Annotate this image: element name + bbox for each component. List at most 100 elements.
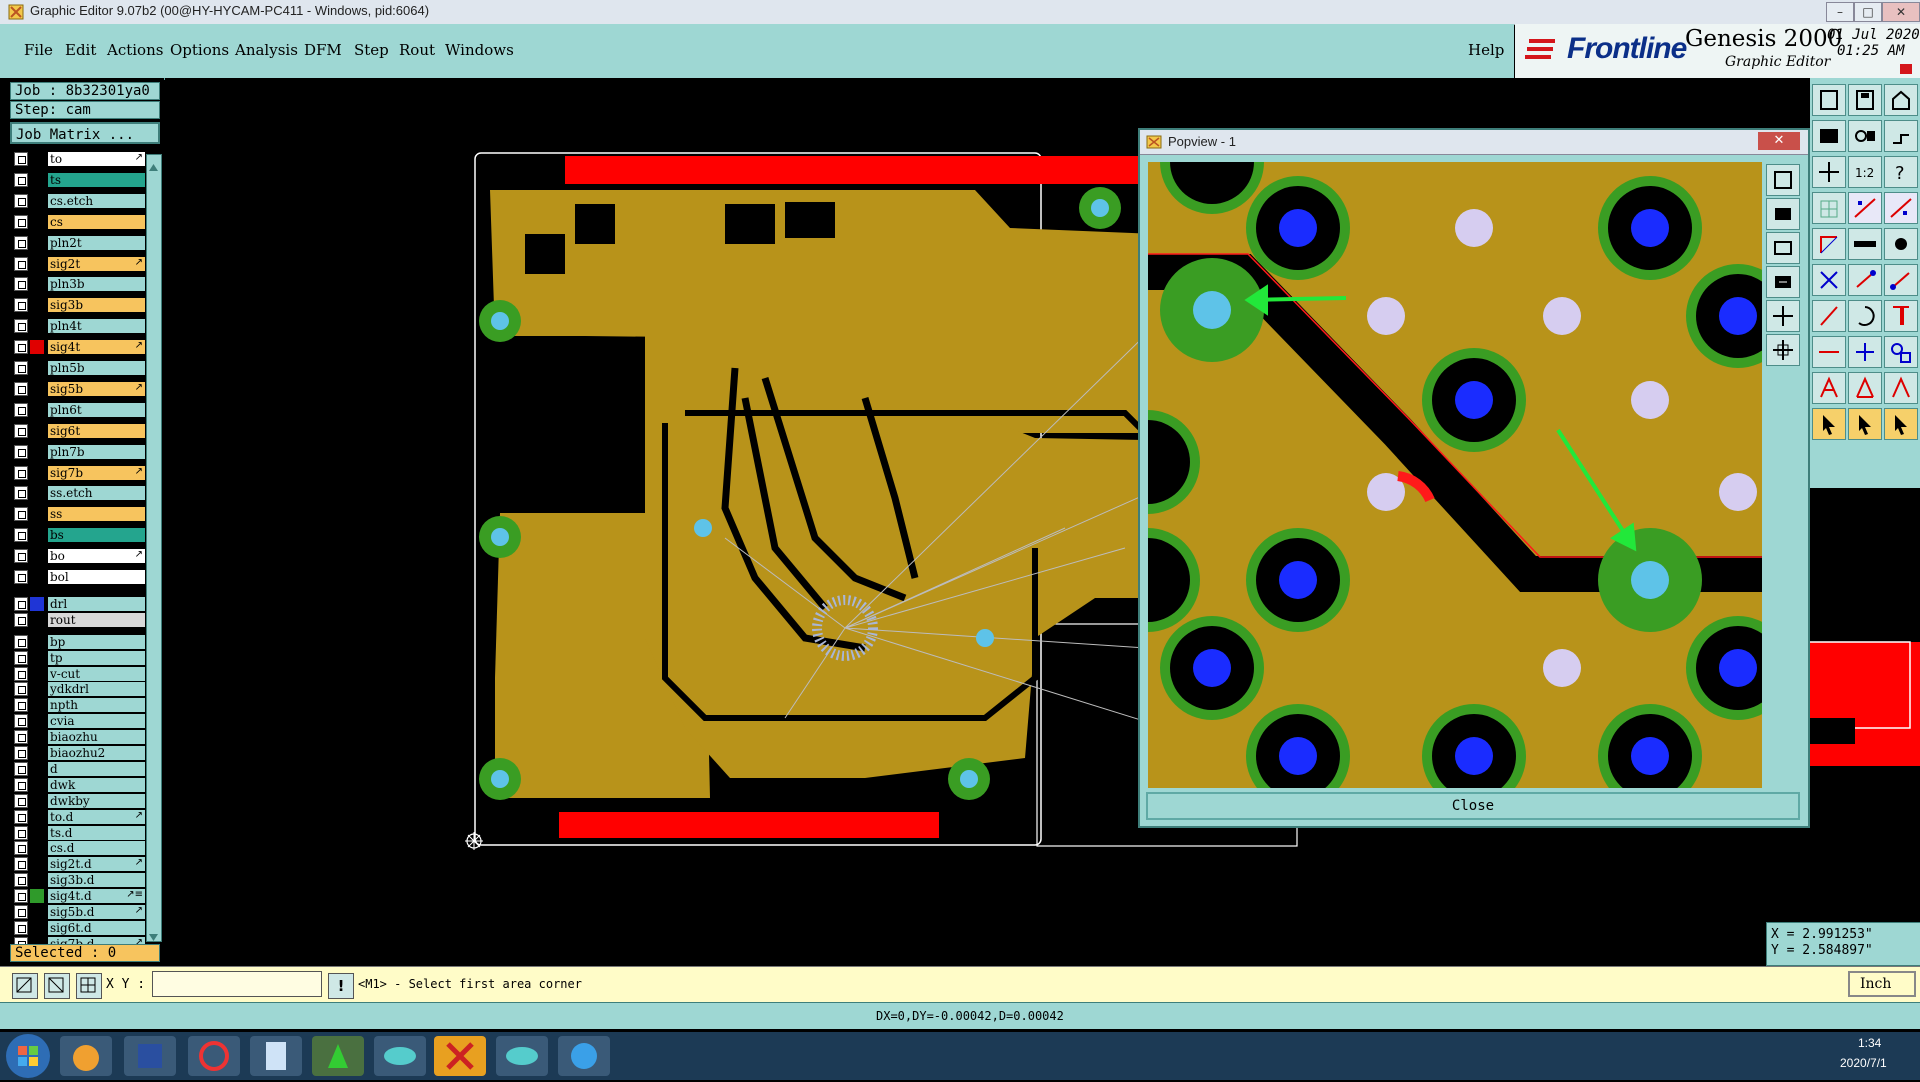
layer-row-biaozhu[interactable]: biaozhu	[14, 730, 145, 745]
tool-line[interactable]	[1812, 300, 1846, 332]
layer-row-sig3b[interactable]: sig3b	[14, 298, 145, 313]
alert-button[interactable]: !	[328, 973, 354, 999]
menu-dfm[interactable]: DFM	[304, 41, 342, 59]
layer-row-rout[interactable]: rout	[14, 612, 145, 628]
layer-color-marker[interactable]	[30, 256, 44, 271]
popview-tool-5[interactable]	[1766, 300, 1800, 332]
menu-windows[interactable]: Windows	[445, 41, 514, 59]
layer-row-pln5b[interactable]: pln5b	[14, 361, 145, 376]
layer-color-marker[interactable]	[30, 298, 44, 313]
layer-name[interactable]: sig3b	[48, 298, 145, 313]
layer-checkbox[interactable]	[14, 634, 28, 649]
tool-select-2[interactable]	[1848, 408, 1882, 440]
layer-name[interactable]: to ↗	[48, 152, 145, 166]
tool-display[interactable]	[1812, 120, 1846, 152]
tool-measure[interactable]	[1848, 192, 1882, 224]
measure-tool-button[interactable]	[44, 973, 70, 999]
menu-options[interactable]: Options	[170, 41, 229, 59]
layer-checkbox[interactable]	[14, 402, 28, 417]
menu-file[interactable]: File	[24, 41, 53, 59]
layer-checkbox[interactable]	[14, 746, 28, 760]
tool-zoom-1to1[interactable]: 1:2	[1848, 156, 1882, 188]
menu-actions[interactable]: Actions	[107, 41, 163, 59]
layer-checkbox[interactable]	[14, 777, 28, 792]
tool-text[interactable]	[1812, 372, 1846, 404]
layer-checkbox[interactable]	[14, 698, 28, 713]
layer-color-marker[interactable]	[30, 549, 44, 564]
layer-name[interactable]: to.d ↗	[48, 809, 145, 824]
layer-name[interactable]: sig4t.d ↗≡	[48, 889, 145, 904]
tool-save[interactable]	[1848, 84, 1882, 116]
layer-color-marker[interactable]	[30, 825, 44, 840]
layer-row-sig2t[interactable]: sig2t ↗	[14, 256, 145, 272]
layer-checkbox[interactable]	[14, 920, 28, 935]
popview-tool-6[interactable]	[1766, 334, 1800, 366]
layer-color-marker[interactable]	[30, 777, 44, 792]
layer-row-biaozhu2[interactable]: biaozhu2	[14, 746, 145, 761]
layer-color-marker[interactable]	[30, 714, 44, 729]
layer-row-cs-d[interactable]: cs.d	[14, 841, 145, 856]
layer-checkbox[interactable]	[14, 172, 28, 187]
layer-row-drl[interactable]: drl	[14, 596, 145, 612]
layer-row-ts-d[interactable]: ts.d	[14, 825, 145, 841]
tool-line-node[interactable]	[1848, 264, 1882, 296]
layer-color-marker[interactable]	[30, 361, 44, 375]
layer-checkbox[interactable]	[14, 570, 28, 584]
tool-open[interactable]	[1812, 84, 1846, 116]
layer-checkbox[interactable]	[14, 793, 28, 808]
layer-row-pln4t[interactable]: pln4t	[14, 319, 145, 334]
layer-name[interactable]: rout	[48, 612, 145, 627]
popview-zoom-area[interactable]	[1148, 162, 1762, 788]
layer-checkbox[interactable]	[14, 423, 28, 438]
layer-row-pln2t[interactable]: pln2t	[14, 235, 145, 251]
layer-name[interactable]: sig3b.d	[48, 873, 145, 888]
layer-color-marker[interactable]	[30, 650, 44, 665]
layer-row-bs[interactable]: bs	[14, 528, 145, 543]
layer-checkbox[interactable]	[14, 319, 28, 334]
layer-color-marker[interactable]	[30, 277, 44, 292]
layer-name[interactable]: pln4t	[48, 319, 145, 334]
popview-tool-4[interactable]	[1766, 266, 1800, 298]
layer-name[interactable]: sig2t ↗	[48, 256, 145, 271]
tool-flip[interactable]	[1884, 300, 1918, 332]
layer-checkbox[interactable]	[14, 857, 28, 872]
layer-color-marker[interactable]	[30, 235, 44, 250]
layer-color-marker[interactable]	[30, 730, 44, 745]
layer-name[interactable]: ts	[48, 172, 145, 187]
layer-row-cs[interactable]: cs	[14, 214, 145, 230]
layer-name[interactable]: ss.etch	[48, 486, 145, 501]
taskbar-app-eye-2[interactable]	[496, 1036, 548, 1076]
layer-checkbox[interactable]	[14, 214, 28, 229]
tool-select[interactable]	[1812, 408, 1846, 440]
layer-checkbox[interactable]	[14, 298, 28, 313]
layer-checkbox[interactable]	[14, 193, 28, 208]
tool-snap[interactable]	[1848, 120, 1882, 152]
title-bar[interactable]: Graphic Editor 9.07b2 (00@HY-HYCAM-PC411…	[0, 0, 1920, 25]
tool-ruler[interactable]	[1848, 228, 1882, 260]
popview-titlebar[interactable]: Popview - 1 ✕	[1140, 130, 1808, 155]
layer-name[interactable]: sig7b ↗	[48, 465, 145, 480]
layer-checkbox[interactable]	[14, 873, 28, 888]
layer-row-v-cut[interactable]: v-cut	[14, 666, 145, 682]
layer-name[interactable]: sig4t ↗	[48, 340, 145, 355]
layer-checkbox[interactable]	[14, 825, 28, 840]
layer-name[interactable]: pln2t	[48, 235, 145, 250]
layer-row-sig4t[interactable]: sig4t ↗	[14, 340, 145, 355]
popview-tool-3[interactable]	[1766, 232, 1800, 264]
layer-color-marker[interactable]	[30, 340, 44, 355]
layer-color-marker[interactable]	[30, 319, 44, 334]
layer-color-marker[interactable]	[30, 746, 44, 760]
layer-checkbox[interactable]	[14, 841, 28, 856]
xy-input[interactable]	[152, 971, 322, 997]
tool-text-2[interactable]	[1848, 372, 1882, 404]
menu-help[interactable]: Help	[1468, 41, 1504, 59]
layer-name[interactable]: bp	[48, 634, 145, 649]
layer-color-marker[interactable]	[30, 402, 44, 417]
layer-color-marker[interactable]	[30, 682, 44, 697]
layer-checkbox[interactable]	[14, 549, 28, 564]
layer-row-sig4t-d[interactable]: sig4t.d ↗≡	[14, 889, 145, 904]
layer-name[interactable]: pln6t	[48, 402, 145, 417]
layer-name[interactable]: sig2t.d ↗	[48, 857, 145, 872]
taskbar-app-genesis[interactable]	[434, 1036, 486, 1076]
layer-checkbox[interactable]	[14, 650, 28, 665]
